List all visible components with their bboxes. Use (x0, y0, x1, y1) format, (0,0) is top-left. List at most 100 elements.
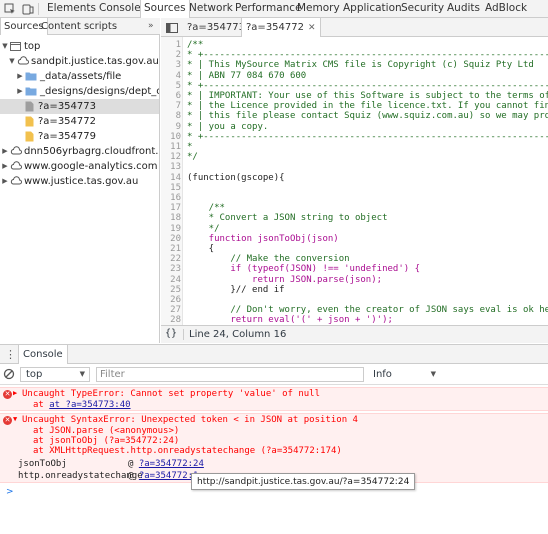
line-number[interactable]: 22 (161, 254, 181, 264)
code-line: */ (187, 152, 198, 163)
chevron-down-icon: ▼ (9, 57, 15, 65)
tab-sources[interactable]: Sources (140, 0, 190, 18)
line-number[interactable]: 4 (161, 71, 181, 81)
log-level-value: Info (373, 369, 392, 380)
line-number[interactable]: 3 (161, 60, 181, 70)
log-level-select[interactable]: Info ▼ (370, 367, 440, 382)
tree-item-file[interactable]: ?a=354773 (0, 99, 159, 114)
console-error-message[interactable]: ✕ ▶ Uncaught TypeError: Cannot set prope… (0, 387, 548, 411)
editor-tab[interactable]: ?a=354773 (183, 18, 249, 37)
filter-placeholder: Filter (100, 369, 125, 380)
line-number[interactable]: 8 (161, 111, 181, 121)
code-line: */ (187, 223, 220, 234)
tree-item-domain[interactable]: ▶ www.google-analytics.com (0, 159, 159, 174)
tab-elements[interactable]: Elements (44, 0, 99, 17)
cloud-icon (17, 56, 29, 69)
editor-statusbar: {} Line 24, Column 16 (161, 325, 548, 343)
tree-item-file[interactable]: ?a=354779 (0, 129, 159, 144)
tree-item-label: ?a=354773 (38, 101, 96, 112)
tree-item-domain[interactable]: ▼ sandpit.justice.tas.gov.au (0, 54, 159, 69)
tree-item-domain[interactable]: ▶ dnn506yrbagrg.cloudfront.net (0, 144, 159, 159)
line-number[interactable]: 17 (161, 203, 181, 213)
pretty-print-icon[interactable]: {} (165, 328, 177, 339)
tab-security[interactable]: Security (398, 0, 447, 17)
cloud-icon (10, 161, 22, 174)
tab-application[interactable]: Application (340, 0, 405, 17)
line-number[interactable]: 12 (161, 152, 181, 162)
line-number[interactable]: 25 (161, 285, 181, 295)
line-number[interactable]: 7 (161, 101, 181, 111)
tree-item-folder[interactable]: ▶ _designs/designs/dept_of_justice (0, 84, 159, 99)
tab-content-scripts[interactable]: Content scripts (38, 18, 120, 35)
filter-input[interactable]: Filter (96, 367, 364, 382)
tab-network[interactable]: Network (186, 0, 236, 17)
navigator-tabbar: Sources Content scripts » (0, 18, 160, 35)
code-line: // Make the conversion (187, 254, 350, 265)
code-line: * Convert a JSON string to object (187, 213, 388, 224)
line-number[interactable]: 28 (161, 315, 181, 325)
line-number[interactable]: 11 (161, 142, 181, 152)
tab-adblock[interactable]: AdBlock (482, 0, 530, 17)
tree-item-label: dnn506yrbagrg.cloudfront.net (24, 146, 159, 157)
line-number[interactable]: 18 (161, 213, 181, 223)
code-line: * +-------------------------------------… (187, 80, 548, 91)
drawer-menu-icon[interactable]: ⋮ (5, 348, 16, 361)
chevron-right-icon: ▶ (2, 177, 8, 185)
tree-item-folder[interactable]: ▶ _data/assets/file (0, 69, 159, 84)
line-number[interactable]: 16 (161, 193, 181, 203)
tab-audits[interactable]: Audits (444, 0, 483, 17)
toggle-navigator-icon[interactable] (164, 20, 180, 36)
source-link[interactable]: ?a=354772:1 (139, 471, 199, 481)
code-line: * +-------------------------------------… (187, 131, 548, 142)
device-toolbar-icon[interactable] (20, 1, 36, 17)
chevron-down-icon: ▼ (2, 42, 8, 50)
chevron-right-icon: ▶ (2, 147, 8, 155)
tree-item-label: ?a=354772 (38, 116, 96, 127)
tree-item-label: www.google-analytics.com (24, 161, 158, 172)
line-number[interactable]: 9 (161, 122, 181, 132)
editor-tab-active[interactable]: ?a=354772 ✕ (241, 18, 321, 37)
source-link[interactable]: ?a=354772:24 (139, 459, 204, 469)
code-line: /** (187, 203, 225, 214)
tree-item-domain[interactable]: ▶ www.justice.tas.gov.au (0, 174, 159, 189)
tree-item-file[interactable]: ?a=354772 (0, 114, 159, 129)
line-number[interactable]: 26 (161, 295, 181, 305)
chevron-right-icon[interactable]: ▶ (13, 389, 17, 397)
close-icon[interactable]: ✕ (308, 23, 316, 33)
tab-memory[interactable]: Memory (294, 0, 343, 17)
more-tabs-icon[interactable]: » (148, 21, 154, 31)
line-number[interactable]: 19 (161, 224, 181, 234)
cloud-icon (10, 146, 22, 159)
line-number[interactable]: 27 (161, 305, 181, 315)
prompt-icon: > (6, 487, 14, 497)
stack-frame[interactable]: at XMLHttpRequest.http.onreadystatechang… (33, 446, 342, 456)
chevron-down-icon: ▼ (79, 370, 85, 378)
line-number[interactable]: 10 (161, 132, 181, 142)
line-number[interactable]: 6 (161, 91, 181, 101)
line-number[interactable]: 15 (161, 183, 181, 193)
line-number[interactable]: 13 (161, 162, 181, 172)
line-number[interactable]: 21 (161, 244, 181, 254)
context-select-value: top (26, 369, 43, 380)
error-icon: ✕ (3, 416, 12, 425)
chevron-down-icon[interactable]: ▼ (13, 415, 17, 423)
code-editor[interactable]: 1 2 3 4 5 6 7 8 9 10 11 12 13 14 15 16 17 18 19 20 21 22 23 24 2… (161, 37, 548, 325)
tree-item-top[interactable]: ▼ top (0, 39, 159, 54)
line-number[interactable]: 1 (161, 40, 181, 50)
tab-console[interactable]: Console (96, 0, 144, 17)
chevron-right-icon: ▶ (17, 87, 23, 95)
line-number[interactable]: 24 (161, 275, 181, 285)
line-number[interactable]: 23 (161, 264, 181, 274)
line-number[interactable]: 20 (161, 234, 181, 244)
line-number[interactable]: 5 (161, 81, 181, 91)
line-number[interactable]: 2 (161, 50, 181, 60)
tab-console-drawer[interactable]: Console (18, 345, 68, 365)
source-link[interactable]: at ?a=354773:40 (49, 400, 130, 410)
link-tooltip: http://sandpit.justice.tas.gov.au/?a=354… (191, 473, 416, 490)
context-select[interactable]: top ▼ (20, 367, 90, 382)
inspect-element-icon[interactable] (2, 1, 18, 17)
error-text: Uncaught TypeError: Cannot set property … (22, 389, 321, 399)
clear-console-icon[interactable] (3, 368, 15, 383)
stack-frame[interactable]: at jsonToObj (?a=354772:24) (33, 436, 179, 446)
line-number[interactable]: 14 (161, 173, 181, 183)
